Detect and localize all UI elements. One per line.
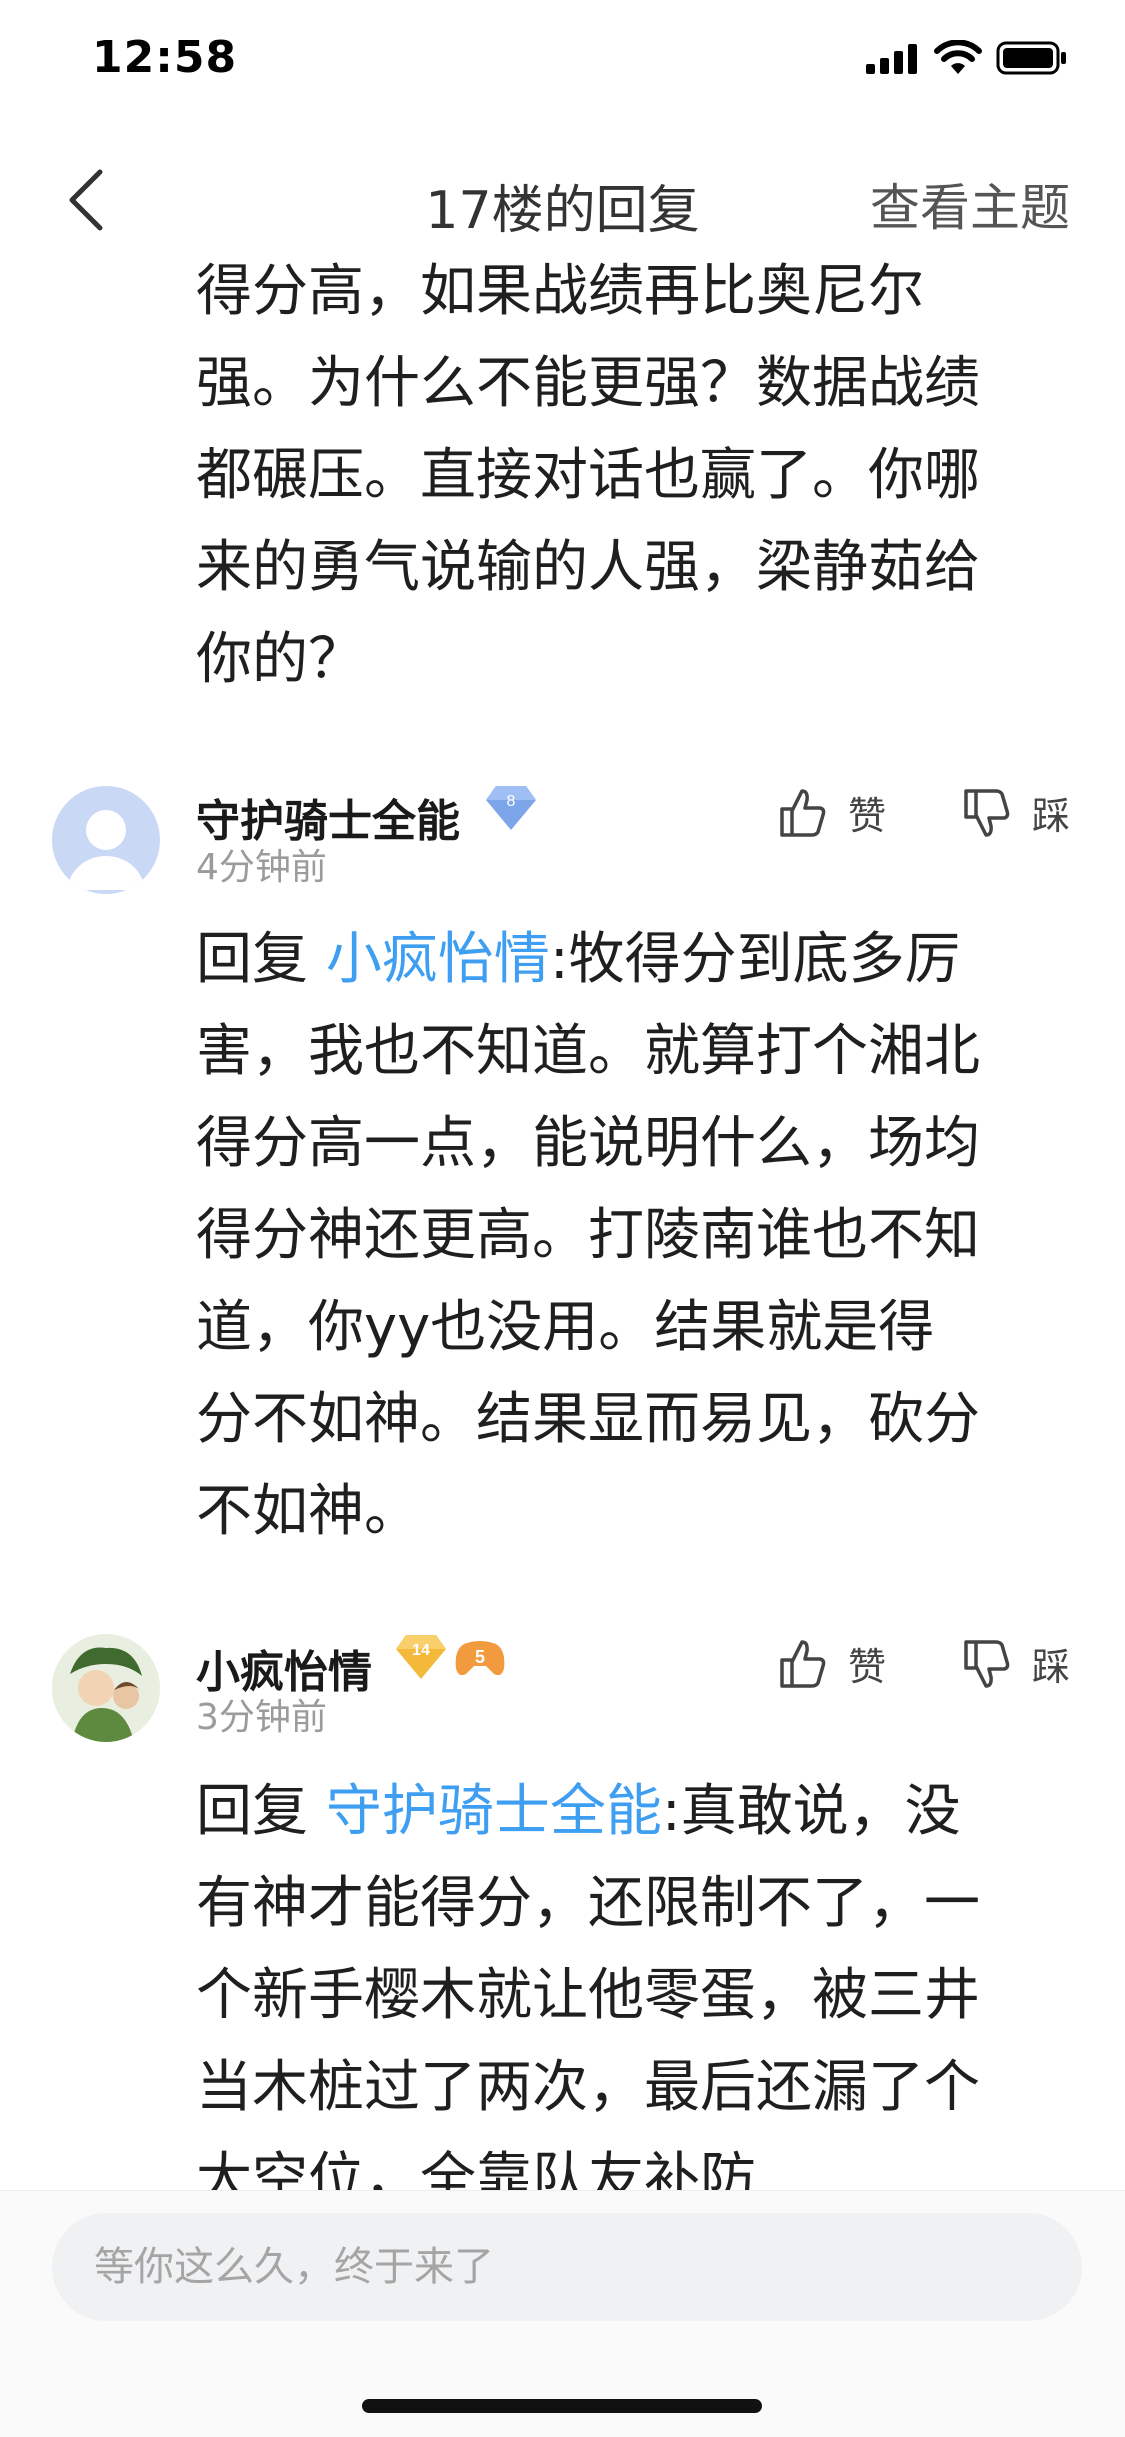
post-line: 强。为什么不能更强？数据战绩 xyxy=(196,351,980,416)
dislike-label: 踩 xyxy=(1032,794,1071,838)
reply-bar xyxy=(0,2190,1125,2437)
timestamp: 3分钟前 xyxy=(196,1697,327,1738)
comment-text: 回复 守护骑士全能:真敢说，没 有神才能得分，还限制不了，一 个新手樱木就让他零… xyxy=(196,1766,1076,2226)
comment-line: 回复 小疯怡情:牧得分到底多厉 xyxy=(196,914,1076,1006)
status-time: 12:58 xyxy=(92,32,238,83)
mention-link[interactable]: 守护骑士全能 xyxy=(326,1779,662,1844)
post-line: 都碾压。直接对话也赢了。你哪 xyxy=(196,443,980,508)
comment-line-rest: :牧得分到底多厉 xyxy=(549,927,961,992)
reply-prefix: 回复 xyxy=(196,1779,326,1844)
reply-input[interactable] xyxy=(52,2213,1082,2321)
default-avatar-icon xyxy=(68,810,144,890)
comment-line: 道，你yy也没用。结果就是得 xyxy=(196,1295,935,1360)
post-line: 来的勇气说输的人强，梁静茹给 xyxy=(196,535,980,600)
mention-link[interactable]: 小疯怡情 xyxy=(326,927,550,992)
avatar[interactable] xyxy=(52,786,160,894)
anime-character-avatar-icon xyxy=(52,1634,160,1742)
post-text: 得分高，如果战绩再比奥尼尔 强。为什么不能更强？数据战绩 都碾压。直接对话也赢了… xyxy=(196,246,1076,706)
thumbs-down-icon xyxy=(964,788,1010,837)
level-badge: 14 xyxy=(396,1635,446,1679)
like-button[interactable]: 赞 xyxy=(778,1636,886,1691)
like-label: 赞 xyxy=(848,794,887,838)
cellular-signal-icon xyxy=(866,44,917,74)
comment-line: 回复 守护骑士全能:真敢说，没 xyxy=(196,1766,1076,1858)
post-line: 你的？ xyxy=(196,627,364,692)
level-number: 8 xyxy=(507,793,516,810)
badge-number: 5 xyxy=(475,1647,485,1667)
comment-line: 得分神还更高。打陵南谁也不知 xyxy=(196,1203,980,1268)
comment-line: 害，我也不知道。就算打个湘北 xyxy=(196,1019,980,1084)
comment-text: 回复 小疯怡情:牧得分到底多厉 害，我也不知道。就算打个湘北 得分高一点，能说明… xyxy=(196,914,1076,1558)
view-topic-link[interactable]: 查看主题 xyxy=(870,168,1070,240)
like-label: 赞 xyxy=(848,1645,887,1689)
timestamp: 4分钟前 xyxy=(196,847,327,888)
comment-line: 个新手樱木就让他零蛋，被三井 xyxy=(196,1963,980,2028)
like-button[interactable]: 赞 xyxy=(778,785,886,840)
home-indicator xyxy=(362,2399,762,2413)
level-number: 14 xyxy=(412,1642,430,1659)
dislike-button[interactable]: 踩 xyxy=(962,1636,1070,1691)
comment-line-rest: :真敢说，没 xyxy=(661,1779,961,1844)
comment-line: 当木桩过了两次，最后还漏了个 xyxy=(196,2055,980,2120)
reply-prefix: 回复 xyxy=(196,927,326,992)
dislike-label: 踩 xyxy=(1032,1645,1071,1689)
post-line: 得分高，如果战绩再比奥尼尔 xyxy=(196,259,924,324)
battery-icon xyxy=(996,41,1066,75)
level-badge: 8 xyxy=(486,786,536,830)
avatar[interactable] xyxy=(52,1634,160,1742)
dislike-button[interactable]: 踩 xyxy=(962,785,1070,840)
wifi-icon xyxy=(934,40,982,74)
game-controller-badge-icon: 5 xyxy=(455,1641,505,1676)
thumbs-up-icon xyxy=(780,1639,826,1688)
thumbs-up-icon xyxy=(780,788,826,837)
comment-line: 有神才能得分，还限制不了，一 xyxy=(196,1871,980,1936)
comment-line: 分不如神。结果显而易见，砍分 xyxy=(196,1387,980,1452)
comment-line: 不如神。 xyxy=(196,1479,420,1544)
thumbs-down-icon xyxy=(964,1639,1010,1688)
comment-line: 得分高一点，能说明什么，场均 xyxy=(196,1111,980,1176)
